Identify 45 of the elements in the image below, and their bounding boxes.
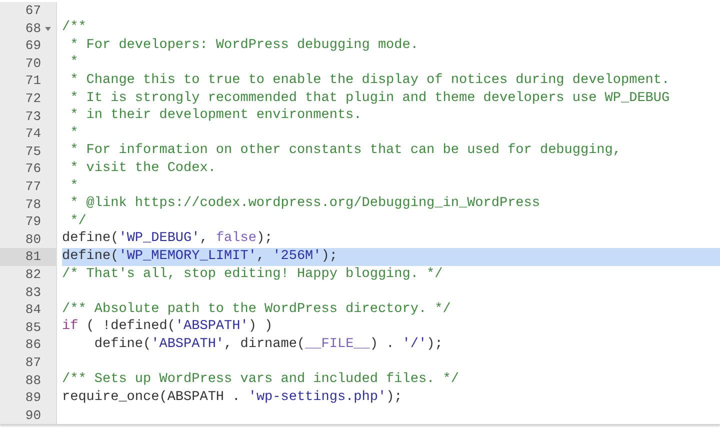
code-line: /* That's all, stop editing! Happy blogging. */: [62, 266, 444, 284]
line-number: 83: [25, 284, 41, 302]
line-number: 87: [25, 354, 41, 372]
code-line: if ( !defined('ABSPATH') ): [62, 318, 274, 336]
code-line: define('ABSPATH', dirname(__FILE__) . '/');: [93, 336, 444, 354]
code-line: * in their development environments.: [69, 108, 363, 126]
line-number: 69: [25, 37, 41, 56]
code-line: *: [69, 125, 80, 143]
line-number: 67: [25, 2, 41, 20]
line-number: 79: [25, 213, 41, 232]
line-number: 75: [25, 142, 41, 161]
code-line: /** Sets up WordPress vars and included files. */: [62, 371, 460, 390]
code-line: *: [69, 178, 80, 196]
code-line: * It is strongly recommended that plugin and theme developers use WP_DEBUG: [69, 90, 671, 108]
code-line: require_once(ABSPATH . 'wp-settings.php');: [62, 389, 404, 407]
line-number: 74: [25, 125, 41, 144]
line-number: 68: [25, 20, 41, 38]
line-number: 76: [25, 160, 41, 178]
code-line: define('WP_DEBUG', false);: [62, 230, 274, 248]
line-number: 84: [25, 301, 41, 320]
line-number: 77: [25, 178, 41, 196]
line-number: 71: [25, 72, 41, 90]
line-number: 70: [25, 54, 41, 73]
code-line: * visit the Codex.: [69, 160, 217, 178]
code-line: *: [69, 54, 80, 72]
line-number: 90: [25, 406, 41, 425]
code-line: * For information on other constants that can be used for debugging,: [69, 142, 622, 160]
code-line: * For developers: WordPress debugging mode.: [69, 37, 420, 55]
line-number: 86: [25, 336, 41, 354]
line-number: 72: [25, 90, 41, 108]
code-line: /** Absolute path to the WordPress directory. */: [62, 301, 452, 319]
line-number: 85: [25, 318, 41, 337]
fold-caret-icon[interactable]: [45, 26, 51, 31]
code-line: * @link https://codex.wordpress.org/Debugging_in_WordPress: [69, 196, 541, 214]
line-number: 82: [25, 266, 41, 284]
line-number: 73: [25, 108, 41, 126]
line-number: 78: [25, 196, 41, 214]
code-line: * Change this to true to enable the display of notices during development.: [69, 72, 671, 90]
line-number: 80: [25, 230, 41, 249]
code-line: /**: [62, 20, 88, 38]
code-editor[interactable]: [0, 0, 720, 426]
line-number: 81: [25, 248, 41, 266]
line-number: 89: [25, 389, 41, 408]
code-line: */: [69, 213, 88, 231]
line-number: 88: [25, 372, 41, 390]
